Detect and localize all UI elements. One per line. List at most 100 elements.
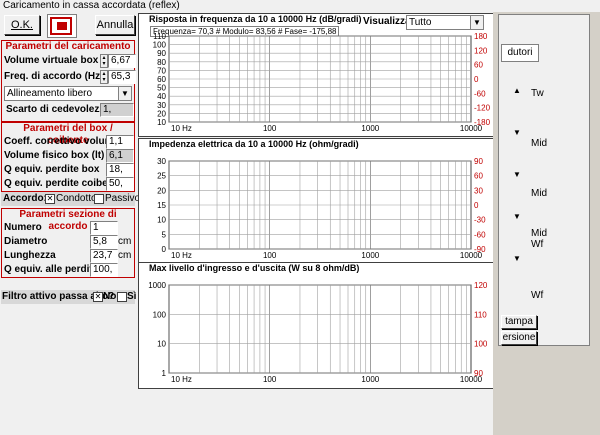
x-tick-label: 10 Hz — [171, 124, 192, 133]
left-tick-label: 20 — [157, 186, 166, 195]
x-tick-label: 100 — [263, 375, 277, 384]
right-tick-label: 100 — [474, 340, 488, 349]
chevron-down-icon: ▼ — [118, 87, 131, 100]
box-params-group: Parametri del box / coibente Coeff. corr… — [1, 122, 135, 192]
filter-no-checkbox[interactable]: ✕ — [93, 292, 103, 302]
driver-item[interactable]: Mid — [531, 138, 547, 149]
filter-row: Filtro attivo passa alto? ✕ No Sì — [1, 290, 137, 304]
tuning-freq-field[interactable]: 65,3 — [108, 70, 136, 84]
version-button[interactable]: ersione — [501, 331, 537, 345]
x-tick-label: 1000 — [361, 375, 379, 384]
tuning-freq-label: Freq. di accordo (Hz) — [4, 71, 104, 82]
right-tick-label: 60 — [474, 61, 483, 70]
left-tick-label: 10 — [157, 340, 166, 349]
x-tick-label: 1000 — [361, 124, 379, 133]
number-label: Numero — [4, 222, 42, 233]
right-tick-label: 180 — [474, 32, 488, 41]
conduct-checkbox[interactable]: ✕ — [45, 194, 55, 204]
load-params-title: Parametri del caricamento — [5, 41, 131, 52]
imp-chart-plot: 3025201510509060300-30-60-9010 Hz 100 1000… — [157, 157, 486, 260]
discard-label: Scarto di cedevolezza — [6, 104, 110, 115]
left-tick-label: 25 — [157, 172, 166, 181]
number-field[interactable]: 1 — [90, 221, 118, 235]
volume-spinner[interactable]: ▴ ▾ — [100, 54, 108, 68]
right-tick-label: 0 — [474, 75, 479, 84]
ok-button[interactable]: O.K. — [4, 15, 40, 35]
driver-item[interactable]: Mid Wf — [531, 228, 547, 250]
left-tick-label: 1000 — [148, 281, 166, 290]
x-tick-label: 10 Hz — [171, 251, 192, 260]
speaker-icon — [47, 14, 77, 38]
x-tick-label: 1000 — [361, 251, 379, 260]
right-tick-label: 120 — [474, 46, 488, 55]
filter-yes-checkbox[interactable] — [117, 292, 127, 302]
scroll-arrows: ▲ ▼ ▼ ▼ ▼ — [513, 86, 521, 263]
cancel-button[interactable]: Annulla — [95, 15, 135, 35]
passive-checkbox[interactable] — [94, 194, 104, 204]
freq-chart-plot: 110100908070605040302010180120600-60-120… — [153, 32, 491, 133]
virtual-volume-field[interactable]: 6,67 — [108, 54, 136, 68]
driver-item[interactable]: Mid — [531, 188, 547, 199]
corr-coeff-field[interactable]: 1,1 — [106, 135, 134, 149]
x-tick-label: 10000 — [460, 375, 483, 384]
right-tick-label: 0 — [474, 201, 479, 210]
freq-response-chart: Risposta in frequenza da 10 a 10000 Hz (… — [138, 13, 495, 137]
x-tick-label: 100 — [263, 251, 277, 260]
right-tick-label: -60 — [474, 230, 486, 239]
right-tick-label: 30 — [474, 186, 483, 195]
qbox-field[interactable]: 18, — [106, 163, 134, 177]
right-tick-label: -120 — [474, 104, 491, 113]
phys-volume-label: Volume fisico box (lt) — [4, 150, 105, 161]
left-tick-label: 5 — [162, 230, 167, 239]
tuning-row: Accordo: ✕ Condotto Passivo — [1, 192, 140, 206]
length-unit: cm — [118, 250, 132, 261]
diameter-field[interactable]: 5,8 — [90, 235, 118, 249]
left-tick-label: 100 — [153, 310, 167, 319]
right-tick-label: 90 — [474, 157, 483, 166]
phys-volume-field[interactable]: 6,1 — [106, 149, 134, 163]
main-window: Caricamento in cassa accordata (reflex) … — [0, 0, 600, 435]
x-tick-label: 10000 — [460, 251, 483, 260]
length-field[interactable]: 23,7 — [90, 249, 118, 263]
right-tick-label: 60 — [474, 172, 483, 181]
right-tick-label: 120 — [474, 281, 488, 290]
right-panel: dutori ▲ ▼ ▼ ▼ ▼ Tw Mid Mid Mid Wf Wf tampa … — [493, 12, 600, 435]
print-button[interactable]: tampa — [501, 315, 537, 329]
tuning-label: Accordo: — [3, 193, 47, 204]
driver-item[interactable]: Wf — [531, 290, 543, 301]
level-chart: Max livello d'ingresso e d'uscita (W su … — [138, 262, 495, 389]
impedance-chart: Impedenza elettrica da 10 a 10000 Hz (oh… — [138, 138, 495, 263]
qcoib-label: Q equiv. perdite coibente — [4, 178, 123, 189]
load-params-group: Parametri del caricamento Volume virtual… — [1, 40, 136, 122]
x-tick-label: 10 Hz — [171, 375, 192, 384]
plot-area — [168, 284, 472, 374]
q-losses-field[interactable]: 100, — [90, 263, 118, 277]
level-chart-plot: 10001001011201101009010 Hz 100 1000 10000 — [148, 281, 488, 384]
left-tick-label: 15 — [157, 201, 166, 210]
drivers-tab[interactable]: dutori — [501, 44, 539, 62]
left-panel: O.K. Annulla Parametri del caricamento V… — [0, 12, 140, 435]
alignment-value: Allineamento libero — [7, 88, 93, 99]
right-tick-label: 110 — [474, 310, 487, 319]
left-tick-label: 0 — [162, 245, 167, 254]
diameter-unit: cm — [118, 236, 132, 247]
conduct-label: Condotto — [56, 193, 97, 204]
filter-no-label: No — [103, 291, 117, 302]
left-tick-label: 1 — [162, 369, 167, 378]
qcoib-field[interactable]: 50, — [106, 177, 134, 191]
right-tick-label: -30 — [474, 216, 486, 225]
filter-yes-label: Sì — [127, 291, 137, 302]
drivers-window: dutori ▲ ▼ ▼ ▼ ▼ Tw Mid Mid Mid Wf Wf tampa … — [498, 14, 590, 346]
tuning-params-group: Parametri sezione di accordo Numero 1 Di… — [1, 208, 135, 278]
alignment-select[interactable]: Allineamento libero ▼ — [4, 86, 132, 101]
freq-spinner[interactable]: ▴ ▾ — [100, 70, 108, 84]
window-title: Caricamento in cassa accordata (reflex) — [0, 0, 600, 12]
discard-field[interactable]: 1, — [100, 103, 134, 117]
qbox-label: Q equiv. perdite box — [4, 164, 100, 175]
q-losses-label: Q equiv. alle perdite — [4, 264, 99, 275]
diameter-label: Diametro — [4, 236, 48, 247]
left-tick-label: 10 — [157, 118, 166, 127]
driver-item[interactable]: Tw — [531, 88, 544, 99]
ok-button-label: O.K. — [10, 19, 33, 31]
x-tick-label: 100 — [263, 124, 277, 133]
